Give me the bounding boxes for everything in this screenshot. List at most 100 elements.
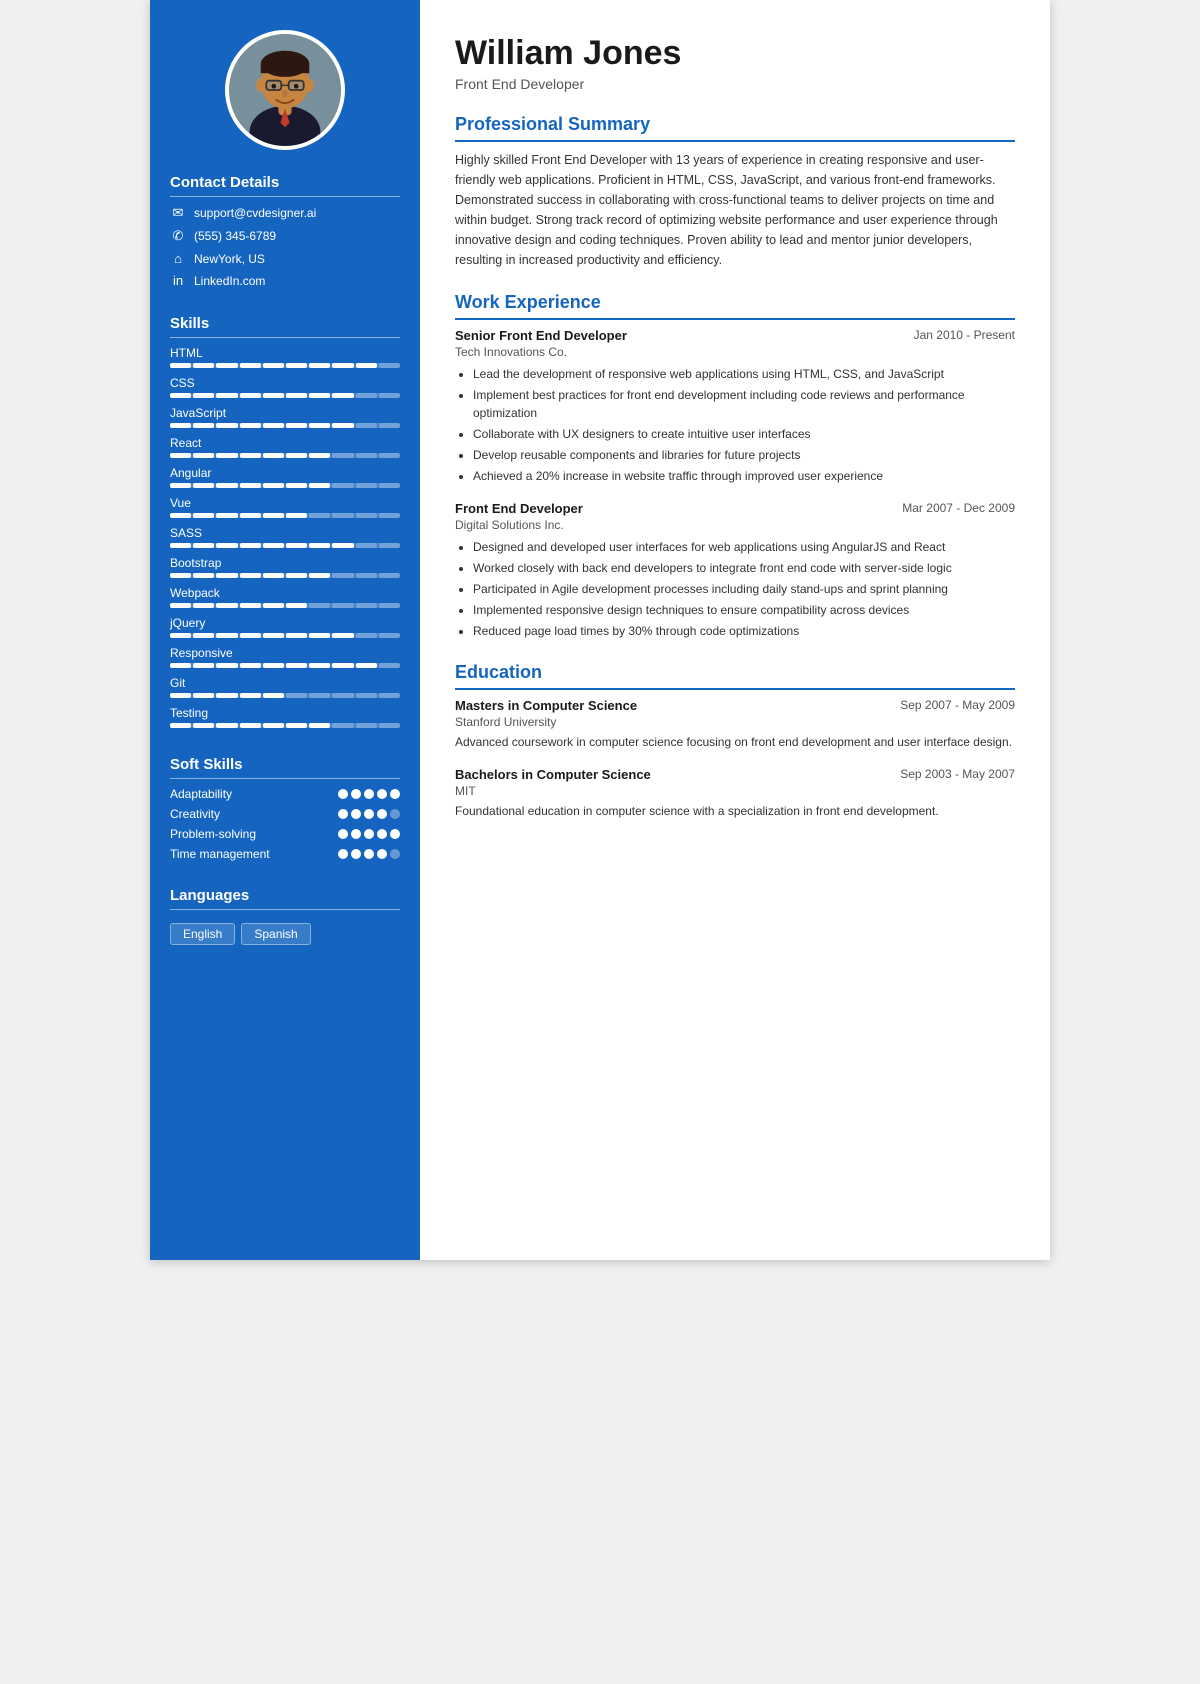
work-bullet: Reduced page load times by 30% through c… xyxy=(473,622,1015,640)
skill-bar xyxy=(170,723,400,728)
skills-section: Skills HTMLCSSJavaScriptReactAngularVueS… xyxy=(170,315,400,736)
skill-segment xyxy=(193,423,214,428)
skill-segment xyxy=(309,483,330,488)
soft-skill-name: Time management xyxy=(170,847,338,861)
resume-container: Contact Details ✉support@cvdesigner.ai✆(… xyxy=(150,0,1050,1260)
work-bullets: Lead the development of responsive web a… xyxy=(455,365,1015,485)
skill-segment xyxy=(332,543,353,548)
summary-section-title: Professional Summary xyxy=(455,114,1015,142)
dot xyxy=(364,809,374,819)
skill-segment xyxy=(170,363,191,368)
contact-item: ⌂NewYork, US xyxy=(170,251,400,266)
skill-segment xyxy=(263,423,284,428)
skill-name: JavaScript xyxy=(170,406,400,420)
soft-skill-item: Problem-solving xyxy=(170,827,400,841)
skill-bar xyxy=(170,633,400,638)
skill-segment xyxy=(170,513,191,518)
dot xyxy=(338,829,348,839)
skill-segment xyxy=(193,603,214,608)
skill-bar xyxy=(170,363,400,368)
edu-header: Bachelors in Computer ScienceSep 2003 - … xyxy=(455,767,1015,782)
skill-bar xyxy=(170,573,400,578)
skill-segment xyxy=(379,393,400,398)
skill-segment xyxy=(240,603,261,608)
skill-segment xyxy=(379,663,400,668)
work-dates: Jan 2010 - Present xyxy=(914,328,1015,342)
skill-segment xyxy=(332,693,353,698)
skill-segment xyxy=(286,393,307,398)
skill-segment xyxy=(240,423,261,428)
dots-container xyxy=(338,809,400,819)
skill-segment xyxy=(170,543,191,548)
skill-segment xyxy=(240,543,261,548)
skill-segment xyxy=(309,423,330,428)
avatar-container xyxy=(170,30,400,150)
skill-item: JavaScript xyxy=(170,406,400,428)
skill-item: Webpack xyxy=(170,586,400,608)
skill-segment xyxy=(332,603,353,608)
skill-name: Responsive xyxy=(170,646,400,660)
skill-name: Git xyxy=(170,676,400,690)
work-bullet: Collaborate with UX designers to create … xyxy=(473,425,1015,443)
soft-skills-section-title: Soft Skills xyxy=(170,756,400,779)
work-bullet: Lead the development of responsive web a… xyxy=(473,365,1015,383)
skill-bar xyxy=(170,453,400,458)
dot xyxy=(351,829,361,839)
skills-section-title: Skills xyxy=(170,315,400,338)
skill-segment xyxy=(240,573,261,578)
skill-segment xyxy=(240,363,261,368)
skill-segment xyxy=(216,423,237,428)
skill-segment xyxy=(216,393,237,398)
work-job-title: Senior Front End Developer xyxy=(455,328,627,343)
skill-segment xyxy=(216,603,237,608)
skill-segment xyxy=(332,363,353,368)
skill-item: CSS xyxy=(170,376,400,398)
skill-segment xyxy=(286,573,307,578)
skill-segment xyxy=(170,723,191,728)
contact-value: (555) 345-6789 xyxy=(194,229,276,243)
skill-segment xyxy=(286,633,307,638)
edu-dates: Sep 2007 - May 2009 xyxy=(900,698,1015,712)
dot xyxy=(377,809,387,819)
skill-segment xyxy=(263,693,284,698)
edu-degree: Bachelors in Computer Science xyxy=(455,767,651,782)
dot xyxy=(338,809,348,819)
skill-segment xyxy=(379,633,400,638)
contact-icon: ⌂ xyxy=(170,251,186,266)
skill-name: Angular xyxy=(170,466,400,480)
skill-segment xyxy=(193,693,214,698)
skill-segment xyxy=(263,453,284,458)
summary-section: Professional Summary Highly skilled Fron… xyxy=(455,114,1015,270)
skill-segment xyxy=(332,633,353,638)
skill-segment xyxy=(356,603,377,608)
skill-segment xyxy=(356,723,377,728)
skill-segment xyxy=(379,543,400,548)
dots-container xyxy=(338,829,400,839)
skill-segment xyxy=(193,513,214,518)
skill-segment xyxy=(356,423,377,428)
skill-segment xyxy=(170,423,191,428)
skill-segment xyxy=(332,483,353,488)
skill-item: Vue xyxy=(170,496,400,518)
skill-segment xyxy=(379,723,400,728)
skill-name: HTML xyxy=(170,346,400,360)
edu-degree: Masters in Computer Science xyxy=(455,698,637,713)
skill-segment xyxy=(309,573,330,578)
dots-container xyxy=(338,789,400,799)
skill-segment xyxy=(309,633,330,638)
work-dates: Mar 2007 - Dec 2009 xyxy=(902,501,1015,515)
contact-value: support@cvdesigner.ai xyxy=(194,206,316,220)
languages-section-title: Languages xyxy=(170,887,400,910)
skill-segment xyxy=(286,483,307,488)
skill-segment xyxy=(193,363,214,368)
skill-segment xyxy=(286,543,307,548)
skill-segment xyxy=(356,693,377,698)
skill-segment xyxy=(240,693,261,698)
skill-segment xyxy=(356,483,377,488)
skill-segment xyxy=(193,573,214,578)
sidebar: Contact Details ✉support@cvdesigner.ai✆(… xyxy=(150,0,420,1260)
skill-bar xyxy=(170,513,400,518)
skill-segment xyxy=(286,603,307,608)
dot xyxy=(364,829,374,839)
skill-segment xyxy=(240,633,261,638)
